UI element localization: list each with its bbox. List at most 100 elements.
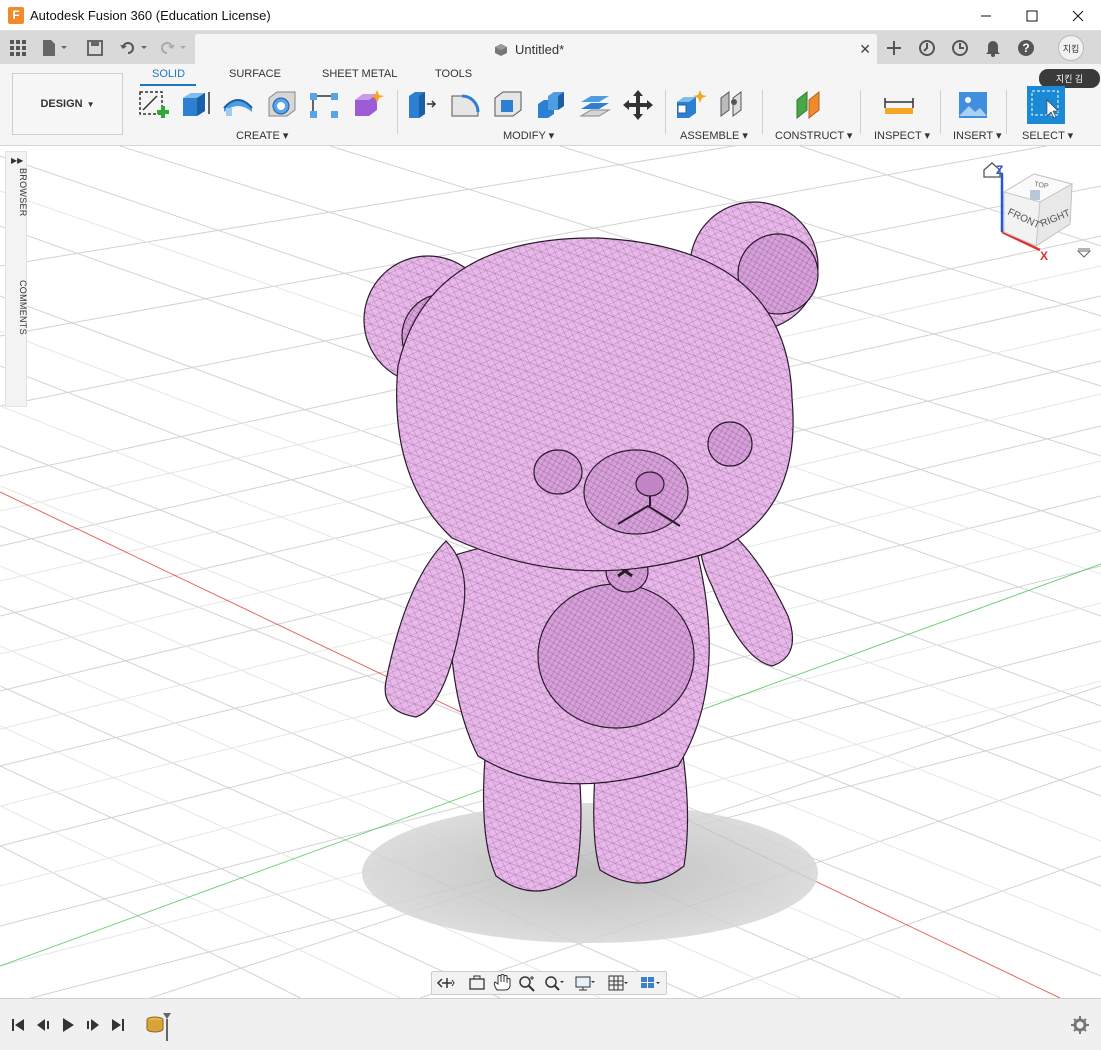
play-icon[interactable]: [60, 1017, 76, 1033]
new-tab-button[interactable]: [881, 35, 907, 61]
inspect-label: INSPECT: [874, 130, 922, 142]
user-avatar[interactable]: 지킴: [1058, 35, 1084, 61]
toolbar-separator: [665, 90, 666, 134]
data-panel-button[interactable]: [10, 38, 26, 58]
document-tab[interactable]: Untitled* ✕: [195, 34, 877, 64]
tab-solid[interactable]: SOLID: [152, 68, 185, 80]
title-bar: F Autodesk Fusion 360 (Education License…: [0, 0, 1101, 31]
pattern-icon[interactable]: [307, 88, 341, 122]
navigation-bar: [431, 971, 667, 995]
minimize-button[interactable]: [963, 0, 1009, 31]
job-status-button[interactable]: [947, 35, 973, 61]
file-icon: [43, 40, 67, 56]
step-forward-icon[interactable]: [85, 1017, 101, 1033]
grid-apps-icon: [10, 40, 26, 56]
workspace-switcher[interactable]: DESIGN ▼: [12, 73, 123, 135]
create-menu[interactable]: CREATE ▾: [236, 129, 288, 142]
close-window-button[interactable]: [1055, 0, 1101, 31]
pan-hand-icon[interactable]: [491, 974, 513, 992]
undo-button[interactable]: [119, 38, 149, 58]
extensions-button[interactable]: [914, 35, 940, 61]
create-sketch-icon[interactable]: [137, 88, 171, 122]
combine-icon[interactable]: [534, 88, 568, 122]
help-button[interactable]: ?: [1013, 35, 1039, 61]
construct-label: CONSTRUCT: [775, 130, 844, 142]
svg-text:?: ?: [1022, 41, 1029, 55]
clock-icon: [952, 40, 968, 56]
notifications-button[interactable]: [980, 35, 1006, 61]
display-settings-icon[interactable]: [574, 974, 596, 992]
model-shadow: [362, 803, 818, 943]
fillet-icon[interactable]: [448, 88, 482, 122]
workspace-label: DESIGN: [40, 98, 83, 110]
viewcube-menu-icon: [1076, 248, 1092, 258]
view-cube[interactable]: TOP FRONT RIGHT Z X: [980, 152, 1095, 267]
offset-face-icon[interactable]: [578, 88, 612, 122]
toolbar-separator: [860, 90, 861, 134]
toolbar-separator: [1006, 90, 1007, 134]
tab-surface[interactable]: SURFACE: [229, 68, 281, 80]
joint-icon[interactable]: [717, 88, 751, 122]
assemble-label: ASSEMBLE: [680, 130, 740, 142]
move-copy-icon[interactable]: [621, 88, 655, 122]
step-back-icon[interactable]: [35, 1017, 51, 1033]
redo-icon: [161, 42, 186, 54]
select-menu[interactable]: SELECT ▾: [1022, 129, 1073, 142]
close-icon: [1072, 10, 1084, 21]
grid-settings-icon[interactable]: [607, 974, 629, 992]
clock-refresh-icon: [919, 40, 935, 56]
insert-image-icon[interactable]: [956, 88, 990, 122]
component-cube-icon: [495, 44, 507, 56]
assemble-menu[interactable]: ASSEMBLE ▾: [680, 129, 748, 142]
ribbon-toolbar: DESIGN ▼ SOLID SURFACE SHEET METAL TOOLS…: [0, 64, 1101, 146]
tab-sheet-metal[interactable]: SHEET METAL: [322, 68, 397, 80]
create-form-icon[interactable]: [351, 88, 385, 122]
save-button[interactable]: [87, 38, 103, 58]
3d-viewport[interactable]: TOP FRONT RIGHT Z X: [0, 146, 1101, 998]
browser-label[interactable]: BROWSER: [6, 168, 28, 217]
maximize-button[interactable]: [1009, 0, 1055, 31]
look-at-icon[interactable]: [466, 974, 488, 992]
inspect-menu[interactable]: INSPECT ▾: [874, 129, 930, 142]
file-menu-button[interactable]: [42, 38, 68, 58]
plus-icon: [887, 41, 901, 55]
insert-label: INSERT: [953, 130, 993, 142]
toolbar-separator: [940, 90, 941, 134]
zoom-icon[interactable]: [516, 974, 538, 992]
viewports-icon[interactable]: [639, 974, 661, 992]
browser-side-panel[interactable]: ▶▶ BROWSER COMMENTS: [5, 151, 28, 407]
insert-menu[interactable]: INSERT ▾: [953, 129, 1002, 142]
z-axis-label: Z: [996, 163, 1003, 177]
fit-zoom-icon[interactable]: [542, 974, 564, 992]
new-component-icon[interactable]: [674, 88, 708, 122]
offset-plane-icon[interactable]: [793, 88, 827, 122]
close-tab-icon[interactable]: ✕: [859, 41, 871, 58]
construct-menu[interactable]: CONSTRUCT ▾: [775, 129, 852, 142]
toolbar-separator: [762, 90, 763, 134]
revolve-icon[interactable]: [221, 88, 255, 122]
fusion-app-icon: F: [8, 7, 24, 24]
create-label: CREATE: [236, 130, 280, 142]
toolbar-separator: [397, 90, 398, 134]
timeline-feature-icon[interactable]: [145, 1011, 175, 1043]
press-pull-icon[interactable]: [405, 88, 439, 122]
extrude-icon[interactable]: [179, 88, 213, 122]
redo-button[interactable]: [158, 38, 188, 58]
modify-label: MODIFY: [503, 130, 546, 142]
timeline-bar: [0, 998, 1101, 1050]
comments-label[interactable]: COMMENTS: [6, 280, 28, 335]
modify-menu[interactable]: MODIFY ▾: [503, 129, 554, 142]
hole-icon[interactable]: [265, 88, 299, 122]
measure-icon[interactable]: [882, 88, 916, 122]
tab-tools[interactable]: TOOLS: [435, 68, 472, 80]
select-label: SELECT: [1022, 130, 1065, 142]
expand-icon[interactable]: ▶▶: [11, 156, 23, 165]
select-tool-icon[interactable]: [1027, 86, 1065, 124]
shell-icon[interactable]: [491, 88, 525, 122]
go-to-end-icon[interactable]: [110, 1017, 126, 1033]
undo-icon: [120, 42, 147, 54]
go-to-start-icon[interactable]: [10, 1017, 26, 1033]
timeline-settings-gear-icon[interactable]: [1071, 1016, 1089, 1034]
help-icon: ?: [1018, 40, 1034, 56]
orbit-icon[interactable]: [434, 974, 456, 992]
